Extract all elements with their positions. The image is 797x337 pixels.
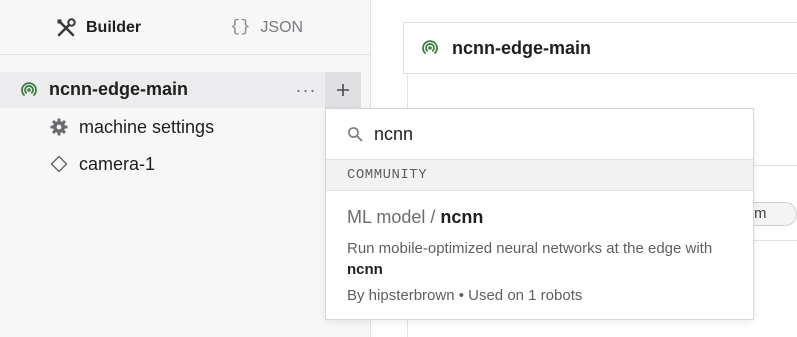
section-header-community: COMMUNITY <box>326 159 753 191</box>
tree-item-camera-1[interactable]: camera-1 <box>49 149 155 179</box>
result-title: ML model / ncnn <box>347 207 483 228</box>
search-input[interactable] <box>374 121 734 147</box>
tree-item-label: camera-1 <box>79 153 156 174</box>
tree-item-label: machine settings <box>79 116 215 137</box>
tree-item-machine[interactable]: ncnn-edge-main ··· <box>0 72 361 108</box>
add-component-dropdown: COMMUNITY ML model / ncnn Run mobile-opt… <box>325 108 754 320</box>
tools-icon <box>56 17 76 38</box>
braces-icon: {} <box>230 18 251 37</box>
machine-card: ncnn-edge-main <box>403 22 797 74</box>
result-meta: By hipsterbrown • Used on 1 robots <box>347 287 583 304</box>
gear-icon <box>49 118 69 136</box>
result-desc-highlight: ncnn <box>347 261 383 278</box>
more-options-button[interactable]: ··· <box>289 72 323 108</box>
machine-card-title: ncnn-edge-main <box>452 38 592 58</box>
result-desc-text: Run mobile-optimized neural networks at … <box>347 240 713 257</box>
tree-item-machine-settings[interactable]: machine settings <box>49 112 214 142</box>
online-status-icon <box>20 81 38 104</box>
tab-builder[interactable]: Builder <box>56 0 141 55</box>
result-item-ncnn[interactable]: ML model / ncnn Run mobile-optimized neu… <box>326 192 753 319</box>
result-name: ncnn <box>440 207 484 227</box>
machine-name: ncnn-edge-main <box>49 79 189 99</box>
plus-icon <box>337 84 349 96</box>
add-component-button[interactable] <box>325 72 361 108</box>
tab-builder-label: Builder <box>86 18 142 36</box>
left-panel: Builder {} JSON ncnn-edge-main ··· machi… <box>0 0 371 337</box>
result-description: Run mobile-optimized neural networks at … <box>347 238 737 280</box>
search-icon <box>347 126 363 147</box>
online-status-icon <box>421 39 439 62</box>
search-row <box>326 109 753 159</box>
tab-json[interactable]: {} JSON <box>230 0 303 55</box>
mode-tabs: Builder {} JSON <box>0 0 370 55</box>
diamond-icon <box>49 155 69 173</box>
tab-json-label: JSON <box>260 18 304 36</box>
result-type: ML model / <box>347 207 441 227</box>
